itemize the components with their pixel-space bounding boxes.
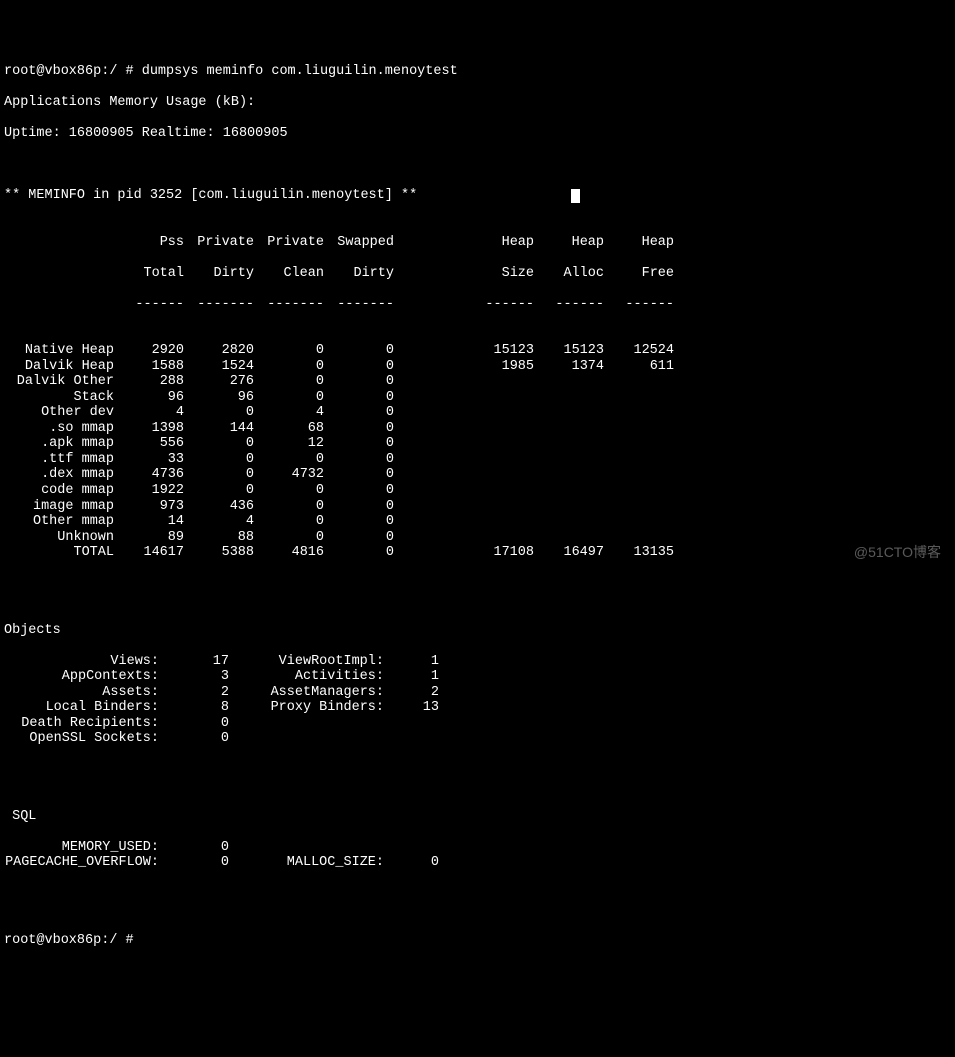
table-row: Other mmap14400 bbox=[4, 514, 951, 530]
object-row: Death Recipients:0 bbox=[4, 716, 951, 732]
table-row: Dalvik Other28827600 bbox=[4, 374, 951, 390]
table-row: image mmap97343600 bbox=[4, 499, 951, 515]
object-row: Views:17ViewRootImpl:1 bbox=[4, 654, 951, 670]
column-header-2: TotalDirtyCleanDirtySizeAllocFree bbox=[4, 266, 951, 282]
objects-header: Objects bbox=[4, 623, 951, 639]
watermark: @51CTO博客 bbox=[854, 544, 941, 560]
sql-row: PAGECACHE_OVERFLOW:0MALLOC_SIZE:0 bbox=[4, 855, 951, 871]
meminfo-header: ** MEMINFO in pid 3252 [com.liuguilin.me… bbox=[4, 188, 417, 203]
app-usage-line: Applications Memory Usage (kB): bbox=[4, 95, 951, 111]
sql-row: MEMORY_USED:0 bbox=[4, 840, 951, 856]
table-row: .dex mmap4736047320 bbox=[4, 467, 951, 483]
object-row: Local Binders:8Proxy Binders:13 bbox=[4, 700, 951, 716]
uptime-line: Uptime: 16800905 Realtime: 16800905 bbox=[4, 126, 951, 142]
cursor-icon bbox=[571, 189, 580, 203]
table-row: Dalvik Heap158815240019851374611 bbox=[4, 359, 951, 375]
command-line: root@vbox86p:/ # dumpsys meminfo com.liu… bbox=[4, 64, 951, 80]
table-row: .so mmap1398144680 bbox=[4, 421, 951, 437]
object-row: OpenSSL Sockets:0 bbox=[4, 731, 951, 747]
meminfo-header-line: ** MEMINFO in pid 3252 [com.liuguilin.me… bbox=[4, 188, 951, 204]
table-row: code mmap1922000 bbox=[4, 483, 951, 499]
table-row: Unknown898800 bbox=[4, 530, 951, 546]
table-row: .apk mmap5560120 bbox=[4, 436, 951, 452]
table-row: TOTAL14617538848160171081649713135 bbox=[4, 545, 951, 561]
table-row: Other dev4040 bbox=[4, 405, 951, 421]
column-header-1: PssPrivatePrivateSwappedHeapHeapHeap bbox=[4, 235, 951, 251]
object-row: AppContexts:3Activities:1 bbox=[4, 669, 951, 685]
table-row: Native Heap2920282000151231512312524 bbox=[4, 343, 951, 359]
sql-header: SQL bbox=[4, 809, 951, 825]
object-row: Assets:2AssetManagers:2 bbox=[4, 685, 951, 701]
column-dashes: ----------------------------------------… bbox=[4, 297, 951, 313]
command-prompt[interactable]: root@vbox86p:/ # bbox=[4, 933, 951, 949]
table-row: Stack969600 bbox=[4, 390, 951, 406]
table-row: .ttf mmap33000 bbox=[4, 452, 951, 468]
